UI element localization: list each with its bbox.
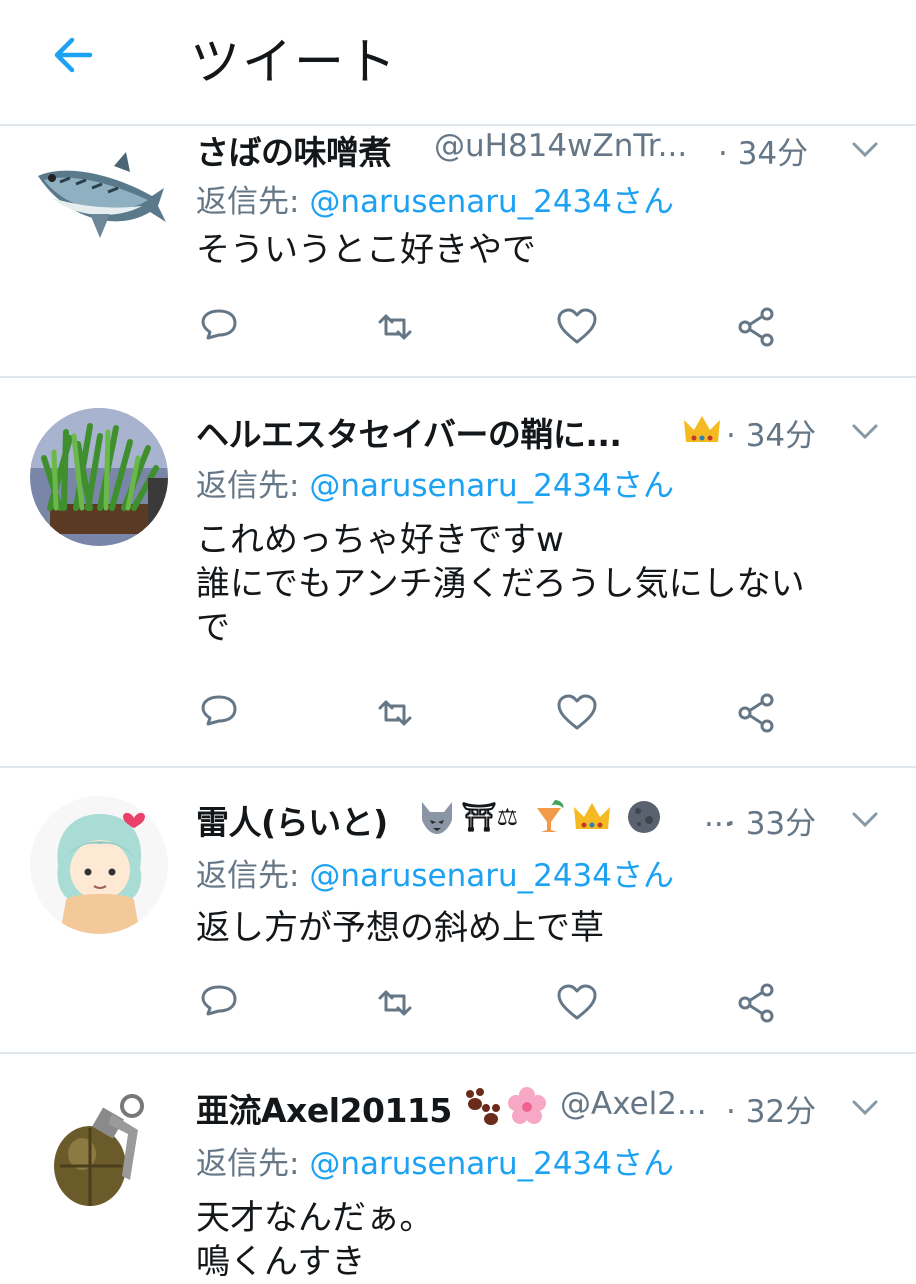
reply-mention-link[interactable]: @narusenaru_2434さん <box>309 468 674 504</box>
tweet-actions <box>196 690 796 736</box>
reply-prefix: 返信先: <box>196 184 310 220</box>
avatar[interactable] <box>30 408 168 546</box>
like-heart-icon[interactable] <box>554 690 600 736</box>
anime-character-icon <box>30 796 168 934</box>
tweet-text: 天才なんだぁ。 鳴くんすき <box>196 1196 886 1284</box>
potted-grass-icon <box>30 408 168 546</box>
crown-emoji-icon <box>682 412 722 448</box>
back-arrow-icon[interactable] <box>46 28 100 82</box>
user-handle: @uH814wZnTr... <box>434 128 688 164</box>
tweet-item[interactable]: 亜流Axel20115 @Axel2... · 32分 返信先: @naruse… <box>0 1054 916 1282</box>
display-name[interactable]: 雷人(らいと) <box>196 796 388 844</box>
reply-prefix: 返信先: <box>196 468 310 504</box>
reply-prefix: 返信先: <box>196 858 310 894</box>
like-heart-icon[interactable] <box>554 980 600 1026</box>
reply-to-line: 返信先: @narusenaru_2434さん <box>196 1138 674 1183</box>
tweet-item[interactable]: さばの味噌煮 @uH814wZnTr... · 34分 返信先: @naruse… <box>0 126 916 378</box>
timestamp: · 34分 <box>726 418 817 454</box>
tweet-text-line: これめっちゃ好きですw <box>196 520 564 560</box>
tweet-text-line: 誰にでもアンチ湧くだろうし気にしない <box>196 564 805 604</box>
tweet-header: さばの味噌煮 @uH814wZnTr... · 34分 <box>196 126 886 176</box>
tweet-actions <box>196 304 796 350</box>
grenade-icon <box>30 1084 168 1222</box>
tweet-actions <box>196 980 796 1026</box>
paw-prints-emoji-icon <box>466 1088 500 1125</box>
tweet-text: そういうとこ好きやで <box>196 228 886 272</box>
name-emoji-group <box>460 1086 547 1126</box>
tweet-header: 亜流Axel20115 @Axel2... · 32分 <box>196 1084 886 1134</box>
tweet-item[interactable]: 雷人(らいと) ⛩⚖ ... · 33分 返信先: @narusenaru_24… <box>0 768 916 1054</box>
tweet-text-line: 鳴くんすき <box>196 1242 366 1282</box>
reply-to-line: 返信先: @narusenaru_2434さん <box>196 850 674 895</box>
retweet-icon[interactable] <box>372 980 418 1026</box>
chevron-down-icon[interactable] <box>850 420 880 444</box>
tweet-text-line: 天才なんだぁ。 <box>196 1198 434 1238</box>
reply-icon[interactable] <box>196 980 242 1026</box>
user-handle: @Axel2... <box>560 1086 707 1122</box>
tweet-text-line: 返し方が予想の斜め上で草 <box>196 908 604 948</box>
reply-icon[interactable] <box>196 304 242 350</box>
crown-emoji-icon <box>574 803 611 829</box>
like-heart-icon[interactable] <box>554 304 600 350</box>
reply-icon[interactable] <box>196 690 242 736</box>
reply-to-line: 返信先: @narusenaru_2434さん <box>196 176 674 221</box>
page-title: ツイート <box>190 33 398 91</box>
scales-symbol-icon: ⚖ <box>496 803 519 831</box>
name-emoji-group: ⛩⚖ <box>418 798 663 836</box>
share-icon[interactable] <box>734 304 780 350</box>
display-name[interactable]: さばの味噌煮 <box>196 126 392 174</box>
avatar[interactable] <box>30 796 168 934</box>
timestamp: · 32分 <box>726 1094 817 1130</box>
tweet-item[interactable]: ヘルエスタセイバーの鞘に... · 34分 返信先: @narusenaru_2… <box>0 378 916 768</box>
wolf-emoji-icon <box>422 802 452 834</box>
avatar[interactable] <box>30 126 168 264</box>
moon-emoji-icon <box>628 801 661 833</box>
timestamp: · 34分 <box>718 136 809 172</box>
retweet-icon[interactable] <box>372 690 418 736</box>
mackerel-fish-icon <box>30 126 168 264</box>
chevron-down-icon[interactable] <box>850 808 880 832</box>
share-icon[interactable] <box>734 980 780 1026</box>
reply-mention-link[interactable]: @narusenaru_2434さん <box>309 1146 674 1182</box>
reply-mention-link[interactable]: @narusenaru_2434さん <box>309 184 674 220</box>
reply-to-line: 返信先: @narusenaru_2434さん <box>196 460 674 505</box>
share-icon[interactable] <box>734 690 780 736</box>
tweet-text: これめっちゃ好きですw 誰にでもアンチ湧くだろうし気にしない で <box>196 518 886 650</box>
reply-mention-link[interactable]: @narusenaru_2434さん <box>309 858 674 894</box>
tweet-header: ヘルエスタセイバーの鞘に... · 34分 <box>196 408 886 458</box>
tweet-text-line: そういうとこ好きやで <box>196 230 536 270</box>
timestamp: · 33分 <box>726 806 817 842</box>
tweet-header: 雷人(らいと) ⛩⚖ ... · 33分 <box>196 796 886 846</box>
torii-symbol-icon: ⛩ <box>461 800 497 834</box>
tweet-text: 返し方が予想の斜め上で草 <box>196 906 886 950</box>
chevron-down-icon[interactable] <box>850 1096 880 1120</box>
retweet-icon[interactable] <box>372 304 418 350</box>
avatar[interactable] <box>30 1084 168 1222</box>
display-name[interactable]: 亜流Axel20115 <box>196 1084 452 1132</box>
reply-prefix: 返信先: <box>196 1146 310 1182</box>
top-bar: ツイート <box>0 0 916 126</box>
tweet-text-line: で <box>196 608 230 648</box>
display-name[interactable]: ヘルエスタセイバーの鞘に... <box>196 408 622 456</box>
chevron-down-icon[interactable] <box>850 138 880 162</box>
tropical-drink-icon <box>537 800 564 832</box>
cherry-blossom-emoji-icon <box>508 1087 547 1124</box>
